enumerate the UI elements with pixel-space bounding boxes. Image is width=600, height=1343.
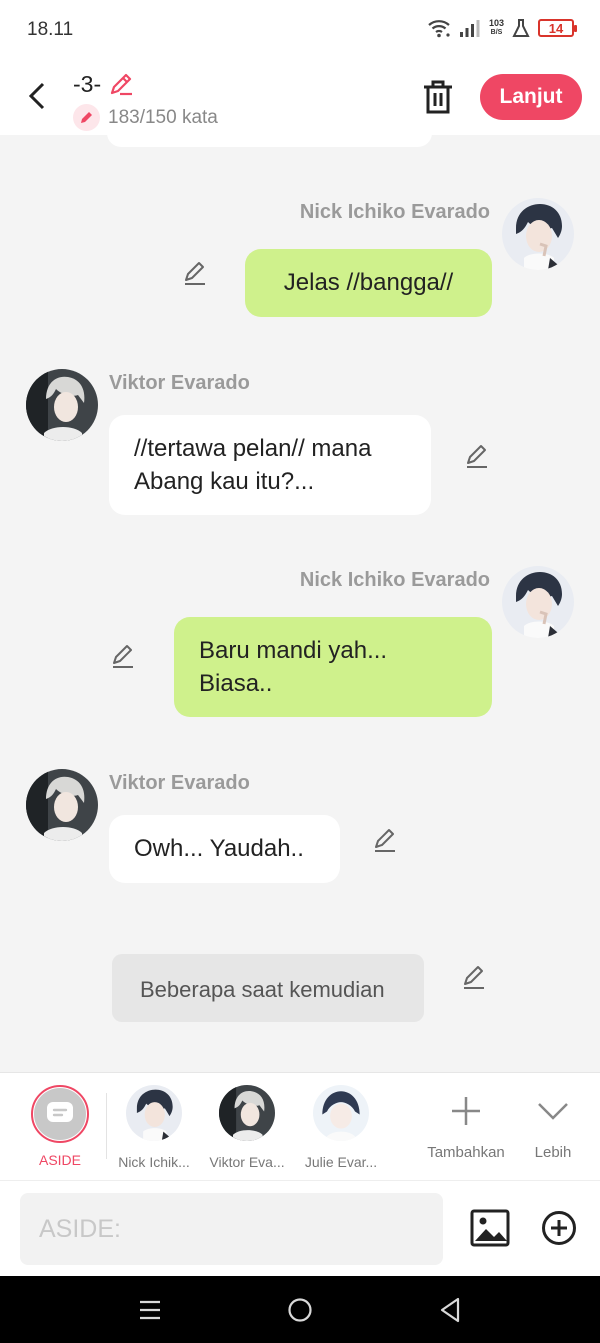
character-label: Julie Evar... <box>304 1154 378 1170</box>
avatar[interactable] <box>26 769 98 841</box>
chevron-down-icon <box>538 1103 568 1120</box>
status-icons: 103 B/S 14 <box>427 18 577 38</box>
edit-message-icon[interactable] <box>463 442 491 470</box>
next-button[interactable]: Lanjut <box>480 74 582 120</box>
character-aside[interactable]: ASIDE <box>20 1085 100 1168</box>
status-bar: 18.11 103 B/S 14 <box>0 0 600 60</box>
narration-text: Beberapa saat kemudian <box>140 977 385 1002</box>
insert-image-button[interactable] <box>470 1209 510 1247</box>
character-bar: ASIDE Nick Ichik... Viktor Eva... Julie … <box>0 1072 600 1180</box>
avatar <box>313 1085 369 1141</box>
divider <box>106 1093 107 1159</box>
message-bubble[interactable]: Baru mandi yah... Biasa.. <box>174 617 492 717</box>
character-julie[interactable]: Julie Evar... <box>301 1085 381 1170</box>
sender-name: Viktor Evarado <box>109 372 250 394</box>
avatar <box>126 1085 182 1141</box>
recents-button[interactable] <box>136 1296 164 1324</box>
more-label: Lebih <box>534 1144 572 1161</box>
edit-message-icon[interactable] <box>371 826 399 854</box>
word-count-text: 183/150 kata <box>108 106 218 128</box>
image-icon <box>470 1209 510 1247</box>
more-button[interactable]: Lebih <box>508 1089 598 1161</box>
character-nick[interactable]: Nick Ichik... <box>114 1085 194 1170</box>
message-bubble[interactable]: Owh... Yaudah.. <box>109 815 340 883</box>
net-speed-value: 103 <box>488 18 504 28</box>
add-label: Tambahkan <box>427 1144 505 1161</box>
input-bar <box>0 1180 600 1276</box>
message-text-line: Biasa.. <box>199 670 273 697</box>
net-speed-unit: B/S <box>490 29 503 36</box>
plus-circle-icon <box>542 1211 576 1245</box>
avatar[interactable] <box>502 198 574 270</box>
avatar[interactable] <box>26 369 98 441</box>
net-speed: 103 B/S <box>489 19 504 37</box>
character-viktor[interactable]: Viktor Eva... <box>207 1085 287 1170</box>
trash-icon <box>424 80 452 114</box>
character-label: ASIDE <box>38 1152 81 1168</box>
edit-message-icon[interactable] <box>460 963 488 991</box>
battery-level: 14 <box>548 20 564 36</box>
sender-name: Nick Ichiko Evarado <box>299 201 490 223</box>
character-label: Nick Ichik... <box>118 1154 190 1170</box>
message-input[interactable] <box>20 1193 443 1265</box>
message-text-line: Baru mandi yah... <box>199 637 388 664</box>
edit-message-icon[interactable] <box>181 259 209 287</box>
pencil-icon[interactable] <box>107 70 135 98</box>
back-button[interactable] <box>22 78 52 114</box>
delete-button[interactable] <box>421 78 455 116</box>
avatar[interactable] <box>502 566 574 638</box>
header: -3- 183/150 kata Lanjut <box>0 60 600 135</box>
back-triangle-icon <box>440 1297 460 1323</box>
aside-avatar <box>31 1085 89 1143</box>
word-count-pencil-icon <box>73 104 100 131</box>
message-text: Owh... Yaudah.. <box>134 835 304 862</box>
home-button[interactable] <box>286 1296 314 1324</box>
episode-title[interactable]: -3- <box>73 70 218 98</box>
signal-icon <box>459 20 480 37</box>
flask-icon <box>512 19 530 37</box>
message-bubble[interactable]: //tertawa pelan// mana Abang kau itu?... <box>109 415 431 515</box>
battery-icon: 14 <box>538 19 577 37</box>
back-nav-button[interactable] <box>436 1296 464 1324</box>
message-text-line: //tertawa pelan// mana <box>134 435 372 462</box>
aside-icon <box>47 1102 73 1122</box>
chat-area[interactable]: Nick Ichiko Evarado Jelas //bangga// Vik… <box>0 135 600 1072</box>
system-nav-bar <box>0 1276 600 1343</box>
title-area: -3- 183/150 kata <box>73 70 218 131</box>
word-count: 183/150 kata <box>73 104 218 131</box>
sender-name: Nick Ichiko Evarado <box>299 569 490 591</box>
avatar <box>219 1085 275 1141</box>
status-time: 18.11 <box>27 19 74 40</box>
wifi-icon <box>428 20 450 38</box>
sender-name: Viktor Evarado <box>109 772 250 794</box>
add-character-button[interactable]: Tambahkan <box>421 1089 511 1161</box>
narration-bubble[interactable]: Beberapa saat kemudian <box>112 954 424 1022</box>
character-label: Viktor Eva... <box>209 1154 285 1170</box>
message-bubble[interactable]: Jelas //bangga// <box>245 249 492 317</box>
menu-icon <box>140 1300 160 1320</box>
message-bubble-partial[interactable] <box>107 135 432 147</box>
message-text: Jelas //bangga// <box>283 269 454 296</box>
chevron-left-icon <box>28 82 45 110</box>
add-more-button[interactable] <box>541 1210 577 1246</box>
edit-message-icon[interactable] <box>109 642 137 670</box>
message-text-line: Abang kau itu?... <box>134 468 315 495</box>
plus-icon <box>452 1097 480 1125</box>
home-circle-icon <box>288 1298 312 1322</box>
episode-title-text: -3- <box>73 70 102 97</box>
